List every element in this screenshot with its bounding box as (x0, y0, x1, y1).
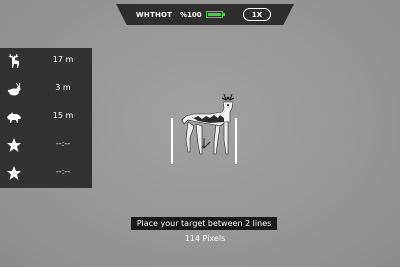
rangefinder-presets-panel: 17 m 3 m 15 m --:-- --:-- (0, 48, 92, 188)
boar-icon (7, 112, 21, 123)
instruction-message: Place your target between 2 lines (131, 217, 277, 230)
preset-row-boar[interactable]: 15 m (0, 104, 92, 132)
star-icon (7, 138, 21, 152)
preset-value: 3 m (55, 83, 71, 92)
preset-row-deer[interactable]: 17 m (0, 48, 92, 76)
preset-value: --:-- (55, 139, 71, 148)
thermal-mode-label: WHTHOT (136, 11, 173, 19)
preset-value: 17 m (52, 55, 74, 64)
battery-nub (223, 13, 225, 16)
thermal-viewport: WHTHOT %100 1X 17 m 3 m 15 m --:-- --:--… (0, 0, 400, 267)
preset-row-custom-1[interactable]: --:-- (0, 132, 92, 160)
rabbit-icon (7, 83, 21, 96)
preset-value: 15 m (52, 111, 74, 120)
pixel-count: 114 Pixels (184, 234, 226, 243)
battery-fill (208, 13, 221, 16)
battery-percent: %100 (180, 11, 202, 19)
preset-row-custom-2[interactable]: --:-- (0, 160, 92, 188)
preset-value: --:-- (55, 167, 71, 176)
star-icon (7, 166, 21, 180)
zoom-button[interactable]: 1X (243, 8, 271, 21)
preset-row-rabbit[interactable]: 3 m (0, 76, 92, 104)
status-bar: WHTHOT %100 1X (116, 4, 294, 25)
deer-icon (8, 53, 19, 68)
battery-icon (206, 11, 225, 18)
target-deer-icon (181, 93, 235, 155)
